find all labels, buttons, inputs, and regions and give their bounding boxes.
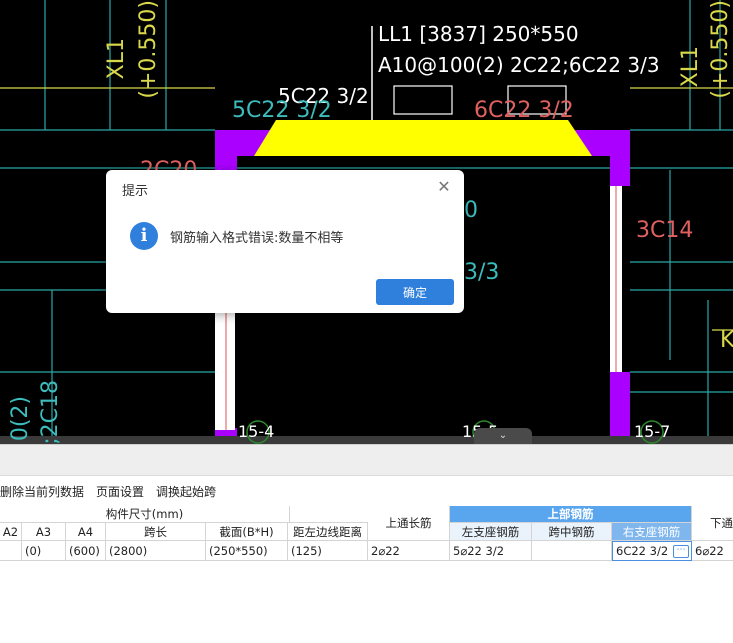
page-settings-button[interactable]: 页面设置 <box>96 481 144 503</box>
panel-toolbar: 删除当前列数据 页面设置 调换起始跨 <box>0 481 216 503</box>
right-rebar-label: 3C14 <box>636 218 694 243</box>
cell-a2[interactable] <box>0 541 22 561</box>
cell-section[interactable]: (250*550) <box>206 541 288 561</box>
cell-top-through[interactable]: 2⌀22 <box>368 541 450 561</box>
right-support-ghost-label: 6C22 3/2 <box>474 98 574 123</box>
right-column-label-1: XL1 <box>678 46 703 88</box>
dialog-message: 钢筋输入格式错误:数量不相等 <box>170 231 344 246</box>
left-column-label-1: XL1 <box>104 38 129 80</box>
cell-a3[interactable]: (0) <box>22 541 66 561</box>
error-dialog: 提示 ✕ i 钢筋输入格式错误:数量不相等 确定 <box>106 170 464 313</box>
close-icon[interactable]: ✕ <box>436 179 452 195</box>
cell-bottom-through[interactable]: 6⌀22 <box>692 541 733 561</box>
header-a4: A4 <box>66 523 106 541</box>
ok-button[interactable]: 确定 <box>376 279 454 305</box>
group-header-top-rebar: 上部钢筋 <box>450 506 692 523</box>
cell-mid-span[interactable] <box>532 541 612 561</box>
header-top-through: 上通长筋 <box>368 506 450 541</box>
info-icon: i <box>130 222 158 250</box>
header-a2: A2 <box>0 523 22 541</box>
header-mid-span: 跨中钢筋 <box>532 523 612 541</box>
more-options-icon[interactable]: ⋯ <box>673 544 689 558</box>
cell-right-support[interactable]: 6C22 3/2 ⋯ <box>612 541 692 561</box>
left-bottom-label-2: 2;2C18 <box>38 380 63 444</box>
group-header-dimensions: 构件尺寸(mm) <box>0 506 290 523</box>
beam-label-line2: A10@100(2) 2C22;6C22 3/3 <box>378 53 660 77</box>
delete-column-data-button[interactable]: 删除当前列数据 <box>0 481 84 503</box>
rebar-table: 构件尺寸(mm) 上通长筋 上部钢筋 下通 A2 A3 A4 跨长 截面(B*H… <box>0 506 733 562</box>
right-edge-label: K <box>720 328 733 353</box>
rebar-input-panel: 删除当前列数据 页面设置 调换起始跨 构件尺寸(mm) 上通长筋 上部钢筋 下通… <box>0 444 733 643</box>
header-span-length: 跨长 <box>106 523 206 541</box>
cell-right-support-value: 6C22 3/2 <box>616 544 669 558</box>
left-column-label-2: (+0.550) <box>136 0 161 99</box>
header-left-support: 左支座钢筋 <box>450 523 532 541</box>
right-column <box>610 130 630 186</box>
center-cyan-label-1: 0 <box>464 198 478 223</box>
center-cyan-label-2: 3/3 <box>464 260 500 285</box>
beam-label-line1: LL1 [3837] 250*550 <box>378 22 579 46</box>
swap-start-span-button[interactable]: 调换起始跨 <box>156 481 216 503</box>
panel-tab-strip <box>0 444 733 476</box>
dialog-title: 提示 <box>122 184 149 199</box>
header-right-support: 右支座钢筋 <box>612 523 692 541</box>
header-bottom-through: 下通 <box>692 506 733 541</box>
axis-label-15-4: 15-4 <box>238 422 275 441</box>
left-bottom-label-1: 0(2) <box>8 396 33 442</box>
cell-span-length[interactable]: (2800) <box>106 541 206 561</box>
left-support-ghost-label: 5C22 3/2 <box>232 98 332 123</box>
axis-label-15-7: 15-7 <box>634 422 671 441</box>
right-column-label-2: (+0.550) <box>708 0 733 99</box>
collapse-panel-tab[interactable]: ⌄ <box>474 428 532 444</box>
cell-a4[interactable]: (600) <box>66 541 106 561</box>
cell-edge-distance[interactable]: (125) <box>288 541 368 561</box>
header-edge-distance: 距左边线距离 <box>288 523 368 541</box>
chevron-down-icon: ⌄ <box>498 430 508 441</box>
header-a3: A3 <box>22 523 66 541</box>
header-section: 截面(B*H) <box>206 523 288 541</box>
cell-left-support[interactable]: 5⌀22 3/2 <box>450 541 532 561</box>
